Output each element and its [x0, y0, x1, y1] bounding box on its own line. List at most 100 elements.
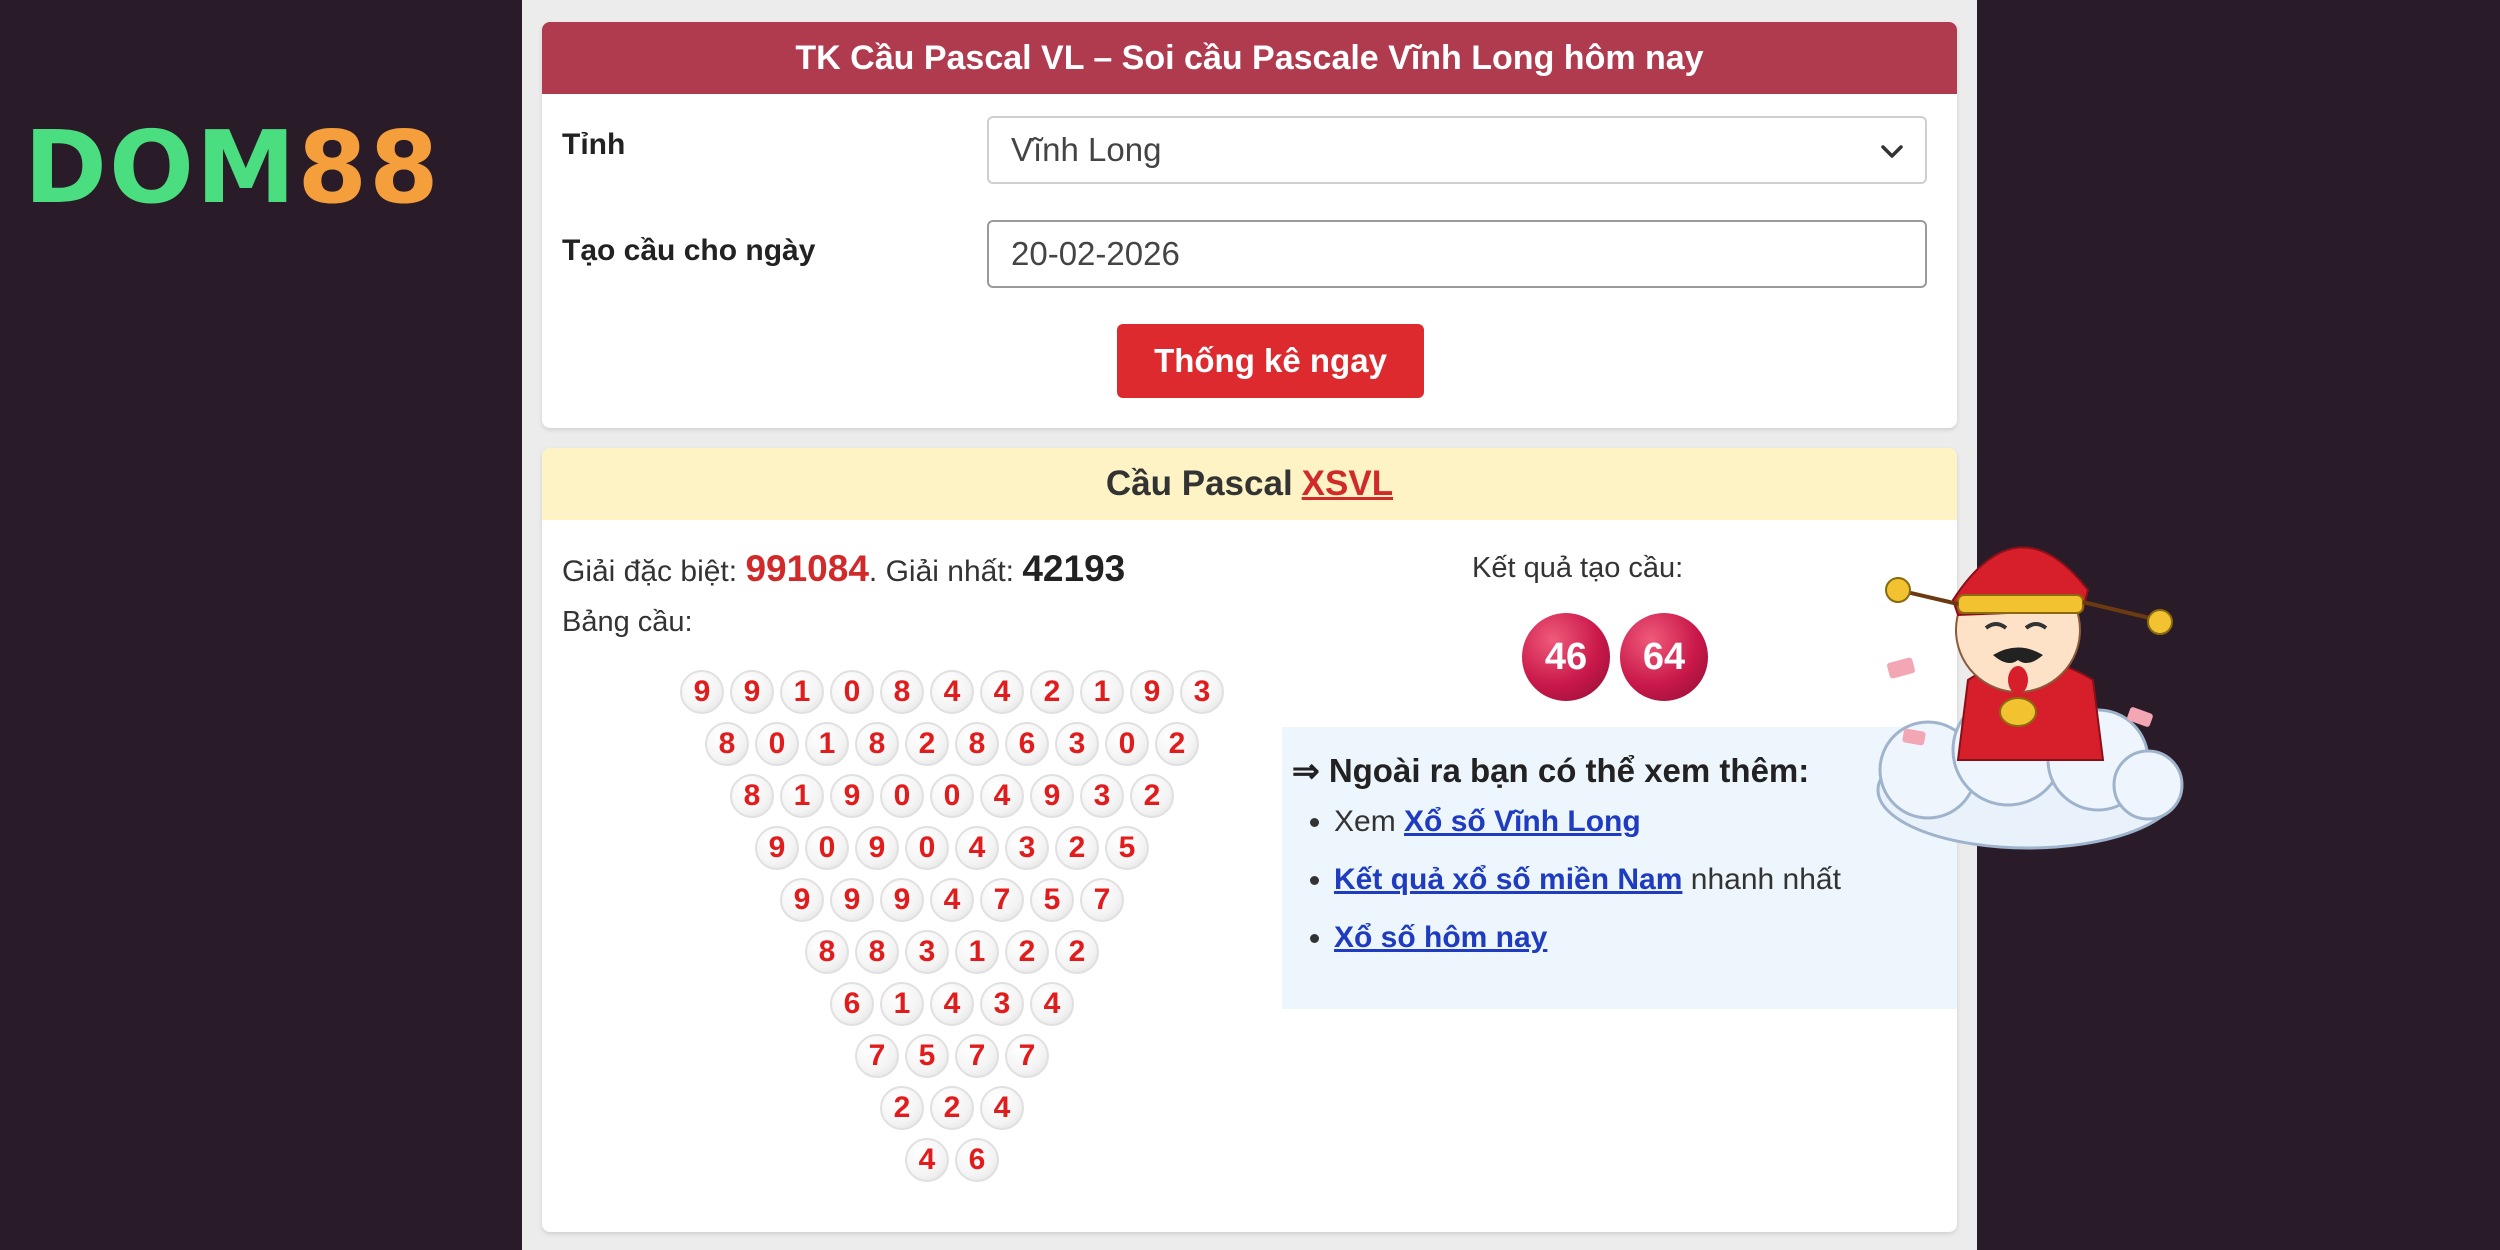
pyramid-digit: 8 — [855, 722, 899, 766]
pyramid-digit: 2 — [930, 1086, 974, 1130]
pyramid-digit: 0 — [1105, 722, 1149, 766]
pyramid-row: 90904325 — [542, 824, 1362, 874]
date-input[interactable]: 20-02-2026 — [987, 220, 1927, 288]
xo-so-hom-nay-link[interactable]: Xổ số hôm nay — [1334, 921, 1547, 954]
logo-text-88: 88 — [297, 109, 441, 226]
pyramid-digit: 1 — [1080, 670, 1124, 714]
pyramid-digit: 3 — [1005, 826, 1049, 870]
pyramid-digit: 4 — [930, 878, 974, 922]
xo-so-vinh-long-link[interactable]: Xổ số Vĩnh Long — [1404, 805, 1641, 838]
pyramid-row: 61434 — [542, 980, 1362, 1030]
date-label: Tạo cầu cho ngày — [562, 234, 816, 267]
form-title: TK Cầu Pascal VL – Soi cầu Pascale Vĩnh … — [542, 22, 1957, 94]
pyramid-digit: 2 — [1055, 826, 1099, 870]
pascal-result-card: Cầu Pascal XSVL Giải đặc biệt: 991084. G… — [542, 448, 1957, 1232]
pyramid-digit: 9 — [755, 826, 799, 870]
fortune-god-mascot — [1876, 546, 2184, 850]
pyramid-digit: 1 — [880, 982, 924, 1026]
pyramid-digit: 4 — [980, 670, 1024, 714]
pyramid-row: 46 — [542, 1136, 1362, 1186]
pyramid-digit: 9 — [830, 774, 874, 818]
pyramid-digit: 2 — [880, 1086, 924, 1130]
pyramid-digit: 9 — [730, 670, 774, 714]
pyramid-digit: 5 — [905, 1034, 949, 1078]
ket-qua-mien-nam-link[interactable]: Kết quả xổ số miền Nam — [1334, 863, 1682, 896]
logo-text-dom: DOM — [24, 109, 298, 226]
pyramid-digit: 9 — [1130, 670, 1174, 714]
see-more-list: Xem Xổ số Vĩnh Long Kết quả xổ số miền N… — [1282, 805, 1841, 979]
pyramid-digit: 0 — [905, 826, 949, 870]
pyramid-digit: 8 — [955, 722, 999, 766]
pyramid-digit: 0 — [930, 774, 974, 818]
item-prefix: Xem — [1334, 805, 1396, 838]
pyramid-digit: 7 — [1080, 878, 1124, 922]
pyramid-digit: 7 — [855, 1034, 899, 1078]
special-prize-value: 991084 — [745, 548, 869, 589]
pyramid-digit: 4 — [930, 982, 974, 1026]
pyramid-digit: 7 — [955, 1034, 999, 1078]
pascal-form-card: TK Cầu Pascal VL – Soi cầu Pascale Vĩnh … — [542, 22, 1957, 428]
result-heading-text: Cầu Pascal — [1105, 464, 1293, 503]
prize-line: Giải đặc biệt: 991084. Giải nhất: 42193 — [562, 548, 1125, 590]
pyramid-digit: 8 — [705, 722, 749, 766]
pyramid-digit: 9 — [780, 878, 824, 922]
pyramid-digit: 3 — [980, 982, 1024, 1026]
province-select-value: Vĩnh Long — [1011, 131, 1162, 168]
pyramid-digit: 4 — [930, 670, 974, 714]
pyramid-digit: 4 — [980, 774, 1024, 818]
result-ball: 46 — [1522, 613, 1610, 701]
list-item: Kết quả xổ số miền Nam nhanh nhất — [1334, 863, 1841, 897]
see-more-title: ⇒ Ngoài ra bạn có thể xem thêm: — [1292, 752, 1810, 789]
prize-separator: . — [868, 555, 886, 588]
chevron-down-icon — [1881, 145, 1903, 158]
pyramid-digit: 7 — [980, 878, 1024, 922]
pyramid-digit: 2 — [1130, 774, 1174, 818]
pyramid-digit: 4 — [905, 1138, 949, 1182]
pyramid-digit: 2 — [905, 722, 949, 766]
content-column: TK Cầu Pascal VL – Soi cầu Pascale Vĩnh … — [522, 0, 1977, 1250]
province-label: Tỉnh — [562, 128, 626, 161]
pyramid-digit: 3 — [1180, 670, 1224, 714]
pyramid-digit: 0 — [880, 774, 924, 818]
pyramid-row: 99108442193 — [542, 668, 1362, 718]
pyramid-row: 224 — [542, 1084, 1362, 1134]
province-select[interactable]: Vĩnh Long — [987, 116, 1927, 184]
list-item: Xem Xổ số Vĩnh Long — [1334, 805, 1841, 839]
result-label: Kết quả tạo cầu: — [1472, 552, 1684, 584]
xsvl-link[interactable]: XSVL — [1302, 464, 1393, 504]
pyramid-digit: 6 — [955, 1138, 999, 1182]
result-heading: Cầu Pascal XSVL — [542, 448, 1957, 520]
pyramid-digit: 1 — [805, 722, 849, 766]
pyramid-digit: 7 — [1005, 1034, 1049, 1078]
pyramid-row: 8018286302 — [542, 720, 1362, 770]
pyramid-digit: 9 — [1030, 774, 1074, 818]
pyramid-digit: 4 — [980, 1086, 1024, 1130]
pyramid-digit: 1 — [780, 670, 824, 714]
pyramid-digit: 4 — [955, 826, 999, 870]
list-item: Xổ số hôm nay — [1334, 921, 1841, 955]
pyramid-digit: 8 — [805, 930, 849, 974]
pyramid-digit: 6 — [1005, 722, 1049, 766]
pyramid-digit: 2 — [1055, 930, 1099, 974]
pyramid-row: 7577 — [542, 1032, 1362, 1082]
pyramid-row: 9994757 — [542, 876, 1362, 926]
see-more-box: ⇒ Ngoài ra bạn có thể xem thêm: Xem Xổ s… — [1282, 727, 1957, 1009]
pyramid-digit: 0 — [830, 670, 874, 714]
submit-button[interactable]: Thống kê ngay — [1117, 324, 1424, 398]
pyramid-digit: 9 — [880, 878, 924, 922]
pyramid-digit: 0 — [805, 826, 849, 870]
pyramid-digit: 2 — [1030, 670, 1074, 714]
brand-logo: DOM88 — [24, 118, 441, 218]
pyramid-digit: 2 — [1155, 722, 1199, 766]
item-suffix: nhanh nhất — [1690, 863, 1841, 896]
pyramid-digit: 8 — [855, 930, 899, 974]
pyramid-row: 819004932 — [542, 772, 1362, 822]
pyramid-digit: 9 — [830, 878, 874, 922]
pyramid-digit: 3 — [1055, 722, 1099, 766]
pyramid-digit: 2 — [1005, 930, 1049, 974]
first-prize-label: Giải nhất: — [885, 555, 1014, 588]
pyramid-digit: 0 — [755, 722, 799, 766]
pascal-table-label: Bảng cầu: — [562, 606, 693, 638]
pyramid-digit: 6 — [830, 982, 874, 1026]
pyramid-digit: 3 — [1080, 774, 1124, 818]
